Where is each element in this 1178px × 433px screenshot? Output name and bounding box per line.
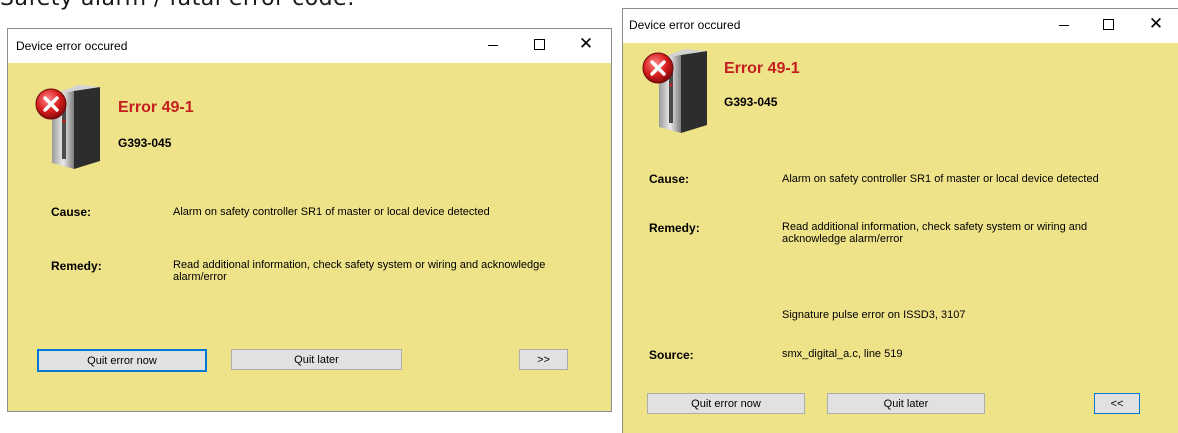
- cause-label: Cause:: [649, 172, 690, 186]
- quit-later-button[interactable]: Quit later: [827, 393, 985, 414]
- device-error-icon: [35, 85, 100, 169]
- error-dialog-collapsed: Device error occured ✕ Error 49-1 G393-0…: [7, 28, 612, 412]
- close-icon: ✕: [578, 34, 594, 53]
- cause-text: Alarm on safety controller SR1 of master…: [782, 173, 1099, 185]
- maximize-button[interactable]: [516, 29, 562, 59]
- window-title: Device error occured: [629, 18, 741, 32]
- close-icon: ✕: [1148, 14, 1164, 33]
- error-dialog-expanded: Device error occured ✕ Error 49-1 G393-0…: [622, 8, 1178, 433]
- close-button[interactable]: ✕: [563, 29, 609, 59]
- error-title: Error 49-1: [118, 99, 194, 116]
- error-title: Error 49-1: [724, 60, 800, 77]
- device-error-icon: [642, 49, 707, 133]
- error-code: G393-045: [118, 136, 172, 150]
- window-title: Device error occured: [16, 39, 128, 53]
- title-bar[interactable]: Device error occured ✕: [623, 9, 1178, 43]
- cause-text: Alarm on safety controller SR1 of master…: [173, 206, 490, 218]
- page-heading: Safety alarm / fatal error code:: [0, 0, 355, 11]
- remedy-text: Read additional information, check safet…: [782, 221, 1088, 245]
- error-code: G393-045: [724, 95, 778, 109]
- maximize-button[interactable]: [1085, 9, 1131, 39]
- minimize-icon: [1059, 24, 1069, 26]
- maximize-icon: [1102, 18, 1114, 30]
- quit-error-now-button[interactable]: Quit error now: [647, 393, 805, 414]
- quit-error-now-button[interactable]: Quit error now: [37, 349, 207, 372]
- title-bar[interactable]: Device error occured ✕: [8, 29, 611, 63]
- remedy-label: Remedy:: [51, 259, 102, 273]
- source-text: smx_digital_a.c, line 519: [782, 348, 903, 360]
- minimize-button[interactable]: [470, 29, 516, 59]
- collapse-details-button[interactable]: <<: [1094, 393, 1140, 414]
- cause-label: Cause:: [51, 205, 92, 219]
- signature-text: Signature pulse error on ISSD3, 3107: [782, 309, 966, 321]
- remedy-text: Read additional information, check safet…: [173, 259, 546, 283]
- remedy-label: Remedy:: [649, 221, 700, 235]
- close-button[interactable]: ✕: [1133, 9, 1178, 39]
- expand-details-button[interactable]: >>: [519, 349, 568, 370]
- source-label: Source:: [649, 348, 694, 362]
- quit-later-button[interactable]: Quit later: [231, 349, 402, 370]
- minimize-button[interactable]: [1041, 9, 1087, 39]
- maximize-icon: [533, 38, 545, 50]
- minimize-icon: [488, 44, 498, 46]
